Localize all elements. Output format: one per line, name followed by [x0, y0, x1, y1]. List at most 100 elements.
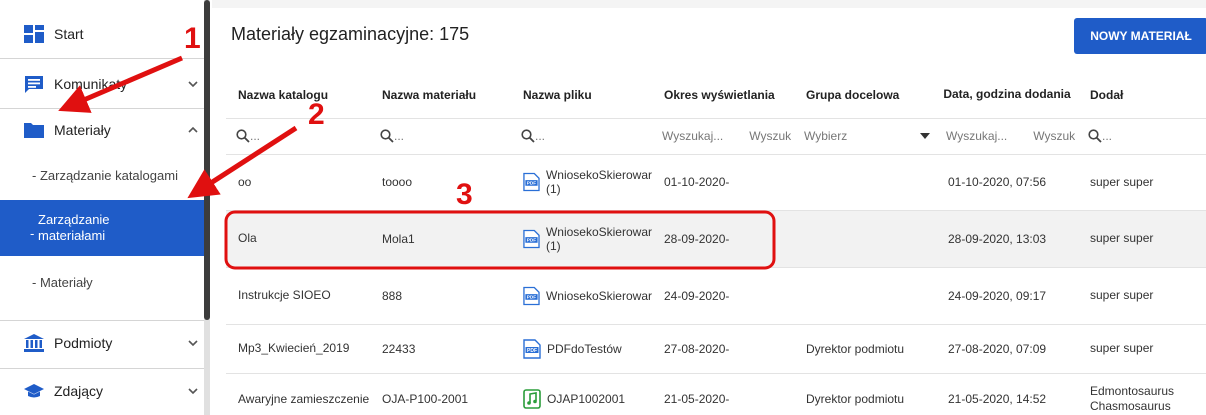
chevron-down-icon[interactable]: [187, 78, 199, 90]
cell-period: 28-09-2020-: [652, 210, 794, 268]
sidebar-item-materialy[interactable]: Materiały: [0, 118, 207, 142]
file-name[interactable]: WniosekoSkierowar: [546, 168, 652, 182]
annotation-number-1: 1: [184, 22, 201, 55]
message-icon: [25, 76, 43, 93]
cell-added: 28-09-2020, 13:03: [936, 210, 1078, 268]
sidebar-item-label: Komunikaty: [54, 76, 128, 92]
chevron-down-icon[interactable]: [187, 385, 199, 397]
filter-added[interactable]: Wyszukaj... Wyszuk: [936, 118, 1078, 155]
table-row[interactable]: Instrukcje SIOEO 888 PDF WniosekoSkierowar 2…: [226, 267, 1206, 325]
materials-table: Nazwa katalogu Nazwa materiału Nazwa pli…: [226, 72, 1206, 415]
divider: [0, 320, 207, 321]
file-name[interactable]: OJAP1002001: [547, 392, 625, 406]
search-icon: [521, 129, 535, 144]
cell-catalog: Mp3_Kwiecień_2019: [226, 324, 370, 374]
filter-period[interactable]: Wyszukaj... Wyszuk: [652, 118, 794, 155]
sidebar-item-podmioty[interactable]: Podmioty: [0, 331, 207, 355]
subitem-label-line2: materiałami: [38, 228, 106, 243]
chevron-down-icon[interactable]: [187, 337, 199, 349]
filter-file[interactable]: ...: [511, 118, 652, 155]
added-by-line1: Edmontosaurus: [1090, 384, 1175, 398]
sidebar: Start Komunikaty Materiały - Zarządzanie…: [0, 0, 207, 415]
cell-file[interactable]: PDF PDFdoTestów: [511, 324, 652, 374]
cell-file[interactable]: OJAP1002001: [511, 373, 652, 415]
svg-text:PDF: PDF: [527, 181, 537, 186]
sidebar-item-label: Start: [54, 26, 84, 42]
sidebar-item-start[interactable]: Start: [0, 22, 207, 46]
filter-placeholder-2: Wyszuk: [749, 129, 792, 143]
cell-catalog: oo: [226, 154, 370, 211]
cell-added-by: super super: [1078, 154, 1206, 211]
table-row[interactable]: Ola Mola1 PDF WniosekoSkierowar (1) 28-09-202…: [226, 210, 1206, 268]
top-band: [212, 0, 1206, 8]
added-by-line2: Chasmosaurus: [1090, 399, 1171, 413]
added-by-line1: super super: [1090, 231, 1154, 245]
sidebar-scrollbar[interactable]: [204, 0, 210, 320]
file-name-suffix: (1): [545, 182, 561, 196]
file-name-suffix: (1): [545, 238, 561, 253]
divider: [0, 58, 207, 59]
cell-file[interactable]: PDF WniosekoSkierowar: [511, 267, 652, 325]
filter-placeholder-2: Wyszuk: [1033, 129, 1076, 143]
page-title: Materiały egzaminacyjne: 175: [231, 24, 470, 44]
cell-file[interactable]: PDF WniosekoSkierowar (1): [511, 210, 652, 268]
filter-placeholder: ...: [535, 128, 546, 143]
column-header-added[interactable]: Data, godzina dodania: [936, 72, 1078, 119]
cell-period: 01-10-2020-: [652, 154, 794, 211]
chevron-up-icon[interactable]: [187, 124, 199, 136]
filter-added-by[interactable]: ...: [1078, 118, 1206, 155]
cell-added-by: super super: [1078, 267, 1206, 325]
column-header-file[interactable]: Nazwa pliku: [511, 72, 652, 119]
svg-text:PDF: PDF: [527, 294, 537, 299]
table-row[interactable]: Mp3_Kwiecień_2019 22433 PDF PDFdoTestów 27-0…: [226, 324, 1206, 374]
column-header-material[interactable]: Nazwa materiału: [370, 72, 511, 119]
filter-group[interactable]: Wybierz: [794, 118, 936, 155]
filter-placeholder: ...: [394, 128, 405, 143]
added-by-line1: super super: [1090, 341, 1154, 355]
cell-group: [794, 210, 936, 268]
sidebar-item-komunikaty[interactable]: Komunikaty: [0, 72, 207, 96]
cell-group: [794, 267, 936, 325]
cell-material: Mola1: [370, 210, 511, 268]
file-name[interactable]: WniosekoSkierowar: [546, 289, 652, 303]
divider: [0, 368, 207, 369]
column-header-period[interactable]: Okres wyświetlania: [652, 72, 794, 119]
filter-catalog[interactable]: ...: [226, 118, 370, 155]
cell-group: [794, 154, 936, 211]
annotation-number-2: 2: [308, 98, 325, 131]
filter-placeholder: ...: [1102, 128, 1113, 143]
cell-material: toooo: [370, 154, 511, 211]
file-name[interactable]: PDFdoTestów: [547, 342, 622, 356]
cell-period: 27-08-2020-: [652, 324, 794, 374]
filter-placeholder: Wyszukaj...: [946, 129, 1008, 143]
column-header-catalog[interactable]: Nazwa katalogu: [226, 72, 370, 119]
cell-catalog: Instrukcje SIOEO: [226, 267, 370, 325]
sidebar-subitem-materialy[interactable]: - Materiały: [0, 270, 207, 296]
annotation-number-3: 3: [456, 178, 473, 211]
table-row[interactable]: oo toooo PDF WniosekoSkierowar (1) 01-10-2020…: [226, 154, 1206, 211]
sidebar-subitem-zarzadzanie-katalogami[interactable]: - Zarządzanie katalogami: [0, 163, 207, 189]
folder-icon: [24, 123, 44, 138]
cell-material: OJA-P100-2001: [370, 373, 511, 415]
cell-period: 21-05-2020-: [652, 373, 794, 415]
sidebar-item-zdajacy[interactable]: Zdający: [0, 379, 207, 403]
file-name[interactable]: WniosekoSkierowar: [546, 225, 652, 239]
sidebar-subitem-zarzadzanie-materialami[interactable]: - Zarządzanie materiałami: [0, 200, 207, 256]
filter-material[interactable]: ...: [370, 118, 511, 155]
select-placeholder: Wybierz: [804, 129, 848, 143]
cell-added: 01-10-2020, 07:56: [936, 154, 1078, 211]
added-by-line1: super super: [1090, 288, 1154, 302]
cell-file[interactable]: PDF WniosekoSkierowar (1): [511, 154, 652, 211]
new-material-button[interactable]: NOWY MATERIAŁ: [1074, 18, 1206, 54]
column-header-added-by[interactable]: Dodał: [1078, 72, 1206, 119]
cell-added-by: super super: [1078, 324, 1206, 374]
pdf-file-icon: PDF: [523, 172, 540, 192]
filter-placeholder: Wyszukaj...: [662, 129, 724, 143]
audio-file-icon: [523, 389, 541, 409]
dropdown-arrow-icon: [920, 133, 930, 139]
search-icon: [236, 129, 250, 144]
column-header-group[interactable]: Grupa docelowa: [794, 72, 936, 119]
cell-added: 24-09-2020, 09:17: [936, 267, 1078, 325]
sidebar-item-label: Materiały: [54, 122, 111, 138]
table-row[interactable]: Awaryjne zamieszczenie OJA-P100-2001 OJAP1…: [226, 373, 1206, 415]
